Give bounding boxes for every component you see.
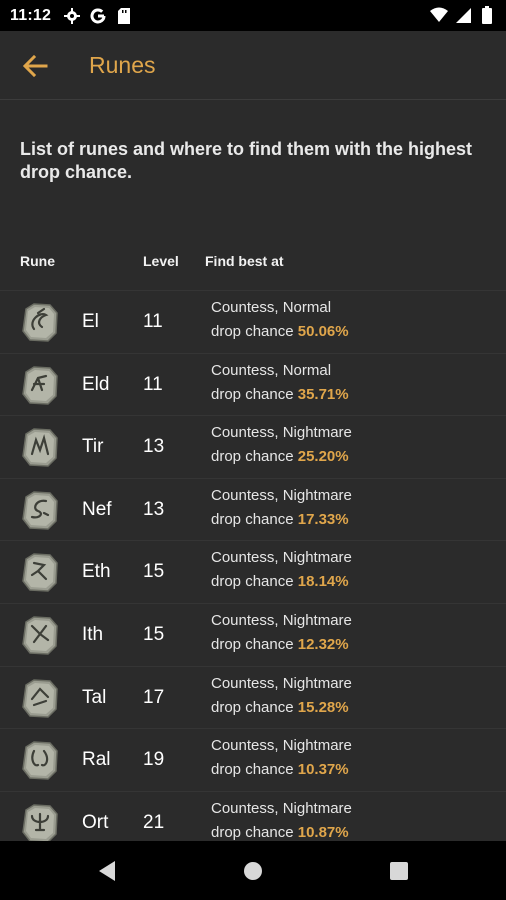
- drop-chance-value: 15.28%: [297, 698, 349, 716]
- rune-level: 15: [143, 623, 165, 645]
- table-row[interactable]: Tir 13 Countess, Nightmare drop chance 25.2…: [0, 415, 506, 478]
- rune-stone-icon: [20, 426, 60, 468]
- battery-icon: [478, 6, 496, 24]
- drop-chance-line: drop chance 12.32%: [211, 636, 349, 653]
- drop-chance-value: 18.14%: [297, 573, 349, 591]
- rune-name: El: [82, 311, 99, 332]
- drop-location: Countess, Nightmare: [211, 486, 352, 504]
- settings-icon: [63, 7, 81, 25]
- sd-card-icon: [115, 7, 133, 25]
- table-row[interactable]: El 11 Countess, Normal drop chance 50.06%: [0, 290, 506, 353]
- rune-level: 17: [143, 686, 165, 708]
- drop-chance-line: drop chance 10.37%: [211, 761, 349, 778]
- table-row[interactable]: Nef 13 Countess, Nightmare drop chance 17.3…: [0, 477, 506, 541]
- rune-stone-icon: [20, 364, 60, 406]
- drop-chance-value: 10.87%: [297, 823, 349, 841]
- drop-chance-label: drop chance: [211, 698, 294, 716]
- drop-chance-line: drop chance 50.06%: [211, 323, 349, 340]
- wifi-icon: [430, 6, 448, 24]
- rune-stone-icon: [20, 301, 60, 343]
- rune-stone-icon: [20, 677, 60, 719]
- page-title: Runes: [89, 52, 156, 78]
- rune-level: 11: [143, 373, 163, 395]
- rune-name: Tir: [82, 436, 104, 458]
- rune-level: 15: [143, 561, 165, 583]
- drop-chance-label: drop chance: [211, 448, 294, 466]
- drop-chance-value: 35.71%: [297, 385, 349, 403]
- description-text: List of runes and where to find them wit…: [20, 139, 473, 182]
- drop-chance-label: drop chance: [211, 385, 294, 403]
- drop-chance-label: drop chance: [211, 635, 294, 653]
- nav-recents-button[interactable]: [386, 858, 412, 884]
- rune-level: 13: [143, 498, 165, 520]
- drop-location: Countess, Normal: [211, 299, 332, 316]
- header-level: Level: [143, 253, 179, 269]
- drop-chance-value: 10.37%: [297, 761, 349, 779]
- drop-chance-label: drop chance: [211, 761, 294, 779]
- header-find-best-at: Find best at: [205, 253, 284, 269]
- rune-name: Tal: [82, 686, 107, 708]
- rune-stone-icon: [20, 614, 60, 656]
- square-recents-icon: [390, 862, 408, 880]
- table-row[interactable]: Ith 15 Countess, Nightmare drop chance 12.3…: [0, 602, 506, 666]
- drop-chance-value: 25.20%: [297, 448, 349, 466]
- table-row[interactable]: Eld 11 Countess, Normal drop chance 35.71%: [0, 352, 506, 416]
- rune-name: Eld: [82, 373, 110, 395]
- app-bar: Runes: [0, 31, 506, 100]
- triangle-back-icon: [99, 861, 115, 881]
- rune-name: Ith: [82, 623, 104, 645]
- rune-list[interactable]: El 11 Countess, Normal drop chance 50.06% El…: [0, 290, 506, 841]
- drop-chance-label: drop chance: [211, 823, 294, 841]
- status-bar: 11:12: [0, 0, 506, 31]
- table-row[interactable]: Tal 17 Countess, Nightmare drop chance 15.2…: [0, 665, 506, 729]
- nav-back-button[interactable]: [94, 858, 120, 884]
- rune-level: 21: [143, 811, 165, 833]
- table-row[interactable]: Eth 15 Countess, Nightmare drop chance 18.1…: [0, 540, 506, 603]
- rune-name: Eth: [82, 561, 111, 583]
- rune-name: Nef: [82, 498, 112, 520]
- rune-level: 19: [143, 749, 165, 771]
- drop-location: Countess, Nightmare: [211, 611, 352, 629]
- drop-chance-line: drop chance 15.28%: [211, 699, 349, 716]
- drop-chance-line: drop chance 35.71%: [211, 386, 349, 403]
- rune-stone-icon: [20, 802, 60, 841]
- back-button[interactable]: [18, 49, 52, 83]
- rune-level: 11: [143, 311, 163, 332]
- rune-name: Ral: [82, 749, 111, 771]
- drop-location: Countess, Nightmare: [211, 799, 352, 817]
- rune-stone-icon: [20, 489, 60, 531]
- drop-chance-value: 12.32%: [297, 635, 349, 653]
- drop-chance-value: 50.06%: [297, 323, 349, 340]
- drop-chance-line: drop chance 25.20%: [211, 448, 349, 465]
- header-rune: Rune: [20, 253, 55, 269]
- nav-home-button[interactable]: [240, 858, 266, 884]
- table-header: Rune Level Find best at: [0, 253, 506, 273]
- drop-chance-label: drop chance: [211, 510, 294, 528]
- arrow-left-icon: [22, 55, 48, 77]
- rune-level: 13: [143, 436, 165, 458]
- drop-chance-line: drop chance 10.87%: [211, 824, 349, 841]
- signal-icon: [454, 6, 472, 24]
- circle-home-icon: [244, 862, 262, 880]
- rune-stone-icon: [20, 739, 60, 781]
- drop-chance-value: 17.33%: [297, 510, 349, 528]
- drop-location: Countess, Normal: [211, 361, 332, 379]
- drop-chance-label: drop chance: [211, 323, 294, 340]
- status-time: 11:12: [10, 6, 52, 24]
- drop-location: Countess, Nightmare: [211, 424, 352, 442]
- table-row[interactable]: Ral 19 Countess, Nightmare drop chance 10.3…: [0, 728, 506, 791]
- table-row[interactable]: Ort 21 Countess, Nightmare drop chance 10.8…: [0, 790, 506, 841]
- drop-chance-label: drop chance: [211, 573, 294, 591]
- drop-location: Countess, Nightmare: [211, 674, 352, 692]
- drop-location: Countess, Nightmare: [211, 737, 352, 755]
- navigation-bar: [0, 841, 506, 900]
- drop-chance-line: drop chance 18.14%: [211, 573, 349, 590]
- rune-name: Ort: [82, 811, 109, 833]
- drop-chance-line: drop chance 17.33%: [211, 511, 349, 528]
- rune-stone-icon: [20, 551, 60, 593]
- google-icon: [89, 7, 107, 25]
- drop-location: Countess, Nightmare: [211, 549, 352, 567]
